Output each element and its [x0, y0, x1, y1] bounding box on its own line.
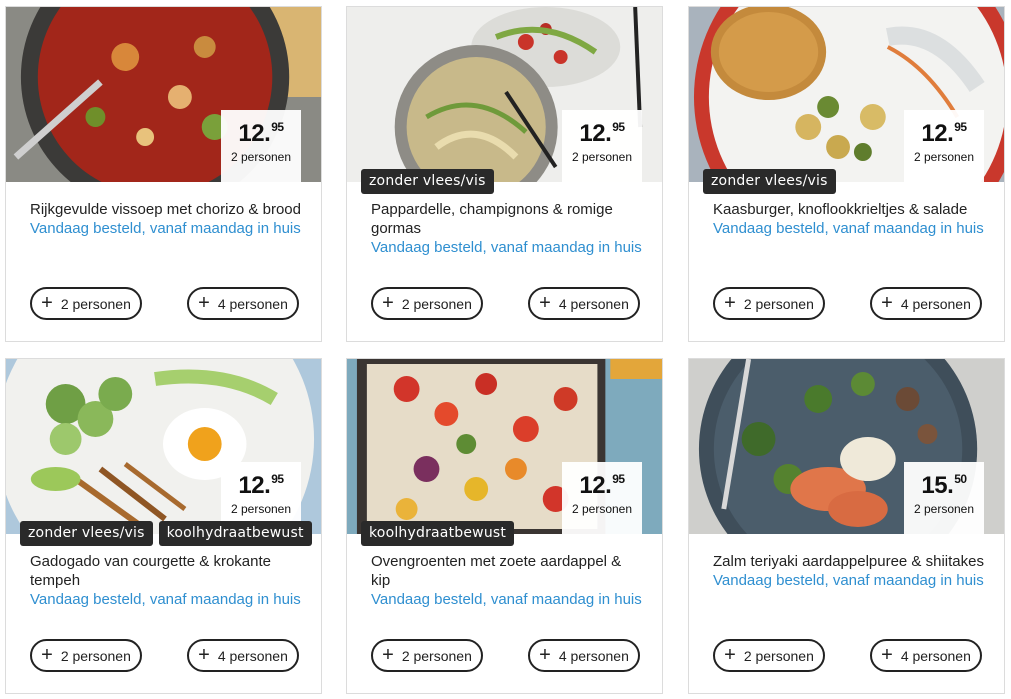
- tag-low-carb: koolhydraatbewust: [361, 521, 515, 546]
- tag-list: zonder vlees/vis koolhydraatbewust: [20, 521, 312, 546]
- tag-vegetarian: zonder vlees/vis: [20, 521, 153, 546]
- price-label: 15.50 2 personen: [904, 462, 984, 534]
- plus-icon: +: [539, 291, 551, 314]
- recipe-title[interactable]: Kaasburger, knoflookkrieltjes & salade V…: [713, 200, 984, 238]
- plus-icon: +: [539, 643, 551, 666]
- recipe-title[interactable]: Zalm teriyaki aardappelpuree & shiitakes…: [713, 552, 984, 590]
- tag-list: zonder vlees/vis: [361, 169, 494, 194]
- add-4-personen-button[interactable]: + 4 personen: [187, 287, 299, 320]
- tag-low-carb: koolhydraatbewust: [158, 521, 312, 546]
- add-2-personen-button[interactable]: + 2 personen: [713, 639, 825, 672]
- add-4-personen-button[interactable]: + 4 personen: [870, 639, 982, 672]
- plus-icon: +: [382, 643, 394, 666]
- delivery-info: Vandaag besteld, vanaf maandag in huis: [713, 572, 984, 589]
- recipe-title[interactable]: Pappardelle, champignons & romige gormas…: [371, 200, 642, 257]
- plus-icon: +: [198, 643, 210, 666]
- price-label: 12.95 2 personen: [904, 110, 984, 182]
- tag-list: zonder vlees/vis: [703, 169, 836, 194]
- recipe-title[interactable]: Gadogado van courgette & krokante tempeh…: [30, 552, 301, 609]
- recipe-card[interactable]: 12.95 2 personen zonder vlees/vis Pappar…: [346, 6, 663, 342]
- plus-icon: +: [724, 643, 736, 666]
- plus-icon: +: [198, 291, 210, 314]
- plus-icon: +: [881, 643, 893, 666]
- tag-list: koolhydraatbewust: [361, 521, 515, 546]
- plus-icon: +: [724, 291, 736, 314]
- price-label: 12.95 2 personen: [221, 110, 301, 182]
- recipe-card[interactable]: 12.95 2 personen koolhydraatbewust Oveng…: [346, 358, 663, 694]
- add-4-personen-button[interactable]: + 4 personen: [528, 287, 640, 320]
- recipe-card[interactable]: 12.95 2 personen zonder vlees/vis Kaasbu…: [688, 6, 1005, 342]
- plus-icon: +: [382, 291, 394, 314]
- tag-vegetarian: zonder vlees/vis: [361, 169, 494, 194]
- add-2-personen-button[interactable]: + 2 personen: [371, 287, 483, 320]
- add-4-personen-button[interactable]: + 4 personen: [528, 639, 640, 672]
- recipe-card[interactable]: 15.50 2 personen Zalm teriyaki aardappel…: [688, 358, 1005, 694]
- plus-icon: +: [41, 643, 53, 666]
- recipe-card[interactable]: 12.95 2 personen Rijkgevulde vissoep met…: [5, 6, 322, 342]
- delivery-info: Vandaag besteld, vanaf maandag in huis: [371, 239, 642, 256]
- tag-vegetarian: zonder vlees/vis: [703, 169, 836, 194]
- recipe-title[interactable]: Ovengroenten met zoete aardappel & kip V…: [371, 552, 642, 609]
- delivery-info: Vandaag besteld, vanaf maandag in huis: [30, 591, 301, 608]
- delivery-info: Vandaag besteld, vanaf maandag in huis: [713, 220, 984, 237]
- add-2-personen-button[interactable]: + 2 personen: [713, 287, 825, 320]
- price-label: 12.95 2 personen: [562, 462, 642, 534]
- add-2-personen-button[interactable]: + 2 personen: [371, 639, 483, 672]
- price-label: 12.95 2 personen: [562, 110, 642, 182]
- add-4-personen-button[interactable]: + 4 personen: [870, 287, 982, 320]
- plus-icon: +: [41, 291, 53, 314]
- recipe-card[interactable]: 12.95 2 personen zonder vlees/vis koolhy…: [5, 358, 322, 694]
- add-4-personen-button[interactable]: + 4 personen: [187, 639, 299, 672]
- recipe-title[interactable]: Rijkgevulde vissoep met chorizo & brood …: [30, 200, 301, 238]
- add-2-personen-button[interactable]: + 2 personen: [30, 287, 142, 320]
- plus-icon: +: [881, 291, 893, 314]
- add-2-personen-button[interactable]: + 2 personen: [30, 639, 142, 672]
- delivery-info: Vandaag besteld, vanaf maandag in huis: [30, 220, 301, 237]
- delivery-info: Vandaag besteld, vanaf maandag in huis: [371, 591, 642, 608]
